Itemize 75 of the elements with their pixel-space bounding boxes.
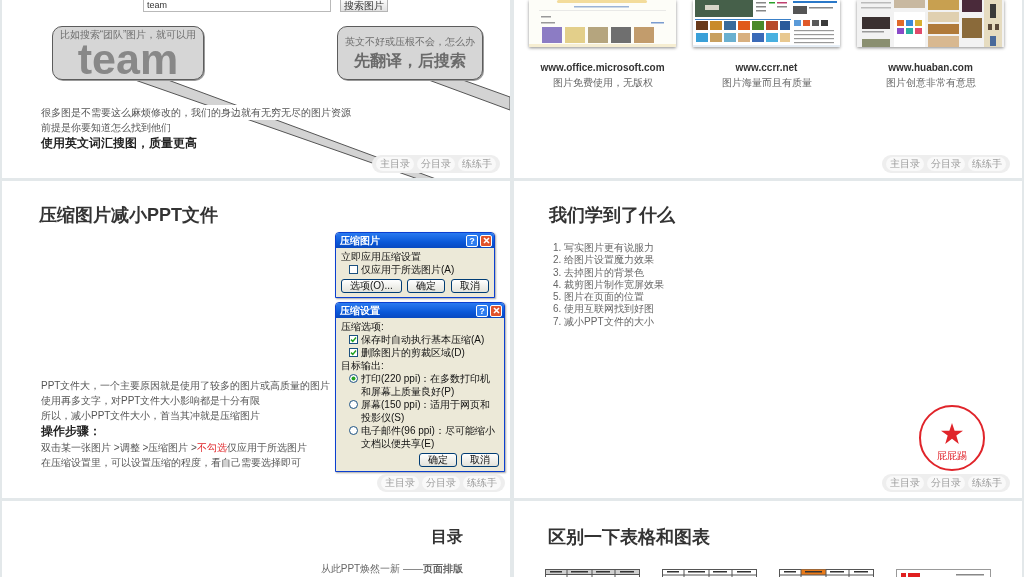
emphasis-text: 使用英文词汇搜图，质量更高 bbox=[41, 135, 197, 152]
list-item: 3. 去掉图片的背景色 bbox=[553, 266, 646, 279]
dialog-title: 压缩图片 bbox=[340, 234, 381, 247]
bubble-headline: 先翻译，后搜索 bbox=[354, 51, 466, 71]
body-text: 在压缩设置里，可以设置压缩的程度，看自己需要选择即可 bbox=[41, 456, 302, 470]
dialog-button[interactable]: 取消 bbox=[461, 453, 499, 467]
website-note: 图片创意非常有意思 bbox=[885, 76, 976, 90]
body-text: 使用再多文字，对PPT文件大小影响都是十分有限 bbox=[41, 394, 262, 408]
nav-button[interactable]: 分目录 bbox=[927, 157, 965, 171]
nav-button[interactable]: 主目录 bbox=[376, 157, 414, 171]
nav-button[interactable]: 分目录 bbox=[927, 476, 965, 490]
close-icon bbox=[492, 307, 500, 314]
nav-button[interactable]: 主目录 bbox=[886, 476, 924, 490]
search-field[interactable]: team bbox=[143, 0, 331, 12]
close-icon bbox=[482, 237, 490, 244]
dialog-button[interactable]: 取消 bbox=[451, 279, 489, 293]
section-heading: 操作步骤： bbox=[41, 424, 102, 439]
list-item: 4. 裁剪图片制作宽屏效果 bbox=[553, 278, 666, 291]
list-item: 6. 使用互联网找到好图 bbox=[553, 303, 656, 316]
bubble-caption: 比如搜索“团队”图片，就可以用 bbox=[59, 29, 197, 41]
nav-button[interactable]: 主目录 bbox=[886, 157, 924, 171]
nav-button[interactable]: 练练手 bbox=[463, 476, 501, 490]
dialog-button[interactable]: 选项(O)... bbox=[341, 279, 402, 293]
website-url: www.ccrr.net bbox=[735, 61, 798, 75]
website-note: 图片海量而且有质量 bbox=[721, 76, 812, 90]
search-button[interactable]: 搜索图片 bbox=[340, 0, 388, 12]
dialog-title: 压缩设置 bbox=[340, 304, 381, 317]
nav-button[interactable]: 练练手 bbox=[458, 157, 496, 171]
help-button[interactable]: ? bbox=[466, 234, 478, 247]
checkbox[interactable] bbox=[349, 348, 358, 357]
list-item: 7. 减小PPT文件的大小 bbox=[553, 315, 655, 329]
website-url: www.huaban.com bbox=[888, 61, 973, 75]
slide-title: 区别一下表格和图表 bbox=[547, 526, 711, 549]
checkbox[interactable] bbox=[349, 335, 358, 344]
body-text: 所以，减小PPT文件大小，首当其冲就是压缩图片 bbox=[41, 409, 262, 423]
checkbox-label: 保存时自动执行基本压缩(A) bbox=[361, 333, 485, 346]
group-label: 立即应用压缩设置 bbox=[341, 250, 422, 263]
nav-button[interactable]: 分目录 bbox=[422, 476, 460, 490]
dialog-button[interactable]: 确定 bbox=[407, 279, 446, 293]
list-item: 5. 图片在页面的位置 bbox=[553, 291, 646, 304]
group-label: 压缩选项: bbox=[341, 320, 385, 333]
radio-button[interactable] bbox=[349, 400, 358, 409]
checkbox[interactable] bbox=[349, 265, 358, 274]
website-url: www.office.microsoft.com bbox=[540, 61, 665, 75]
radio-label: 屏幕(150 ppi)：适用于网页和投影仪(S) bbox=[361, 398, 492, 424]
help-button[interactable]: ? bbox=[476, 304, 488, 317]
checkbox-label: 仅应用于所选图片(A) bbox=[361, 263, 455, 276]
radio-label: 打印(220 ppi)：在多数打印机和屏幕上质量良好(P) bbox=[361, 372, 492, 398]
nav-button[interactable]: 练练手 bbox=[968, 157, 1006, 171]
radio-button[interactable] bbox=[349, 374, 358, 383]
body-text: 很多图是不需要这么麻烦修改的，我们的身边就有无穷无尽的图片资源 bbox=[41, 105, 351, 120]
checkbox-label: 删除图片的剪裁区域(D) bbox=[361, 346, 465, 359]
star-icon bbox=[941, 423, 963, 444]
slide-title: 我们学到了什么 bbox=[549, 204, 676, 227]
nav-button[interactable]: 分目录 bbox=[417, 157, 455, 171]
stamp-text: 屁屁踢 bbox=[937, 450, 967, 461]
bubble-headline: team bbox=[77, 41, 179, 77]
list-item: 2. 给图片设置魔力效果 bbox=[553, 254, 656, 267]
list-item: 1. 写实图片更有说服力 bbox=[553, 242, 656, 254]
close-button[interactable] bbox=[490, 304, 502, 317]
dialog-button[interactable]: 确定 bbox=[419, 453, 457, 467]
body-text: 双击某一张图片 >调整 >压缩图片 >不勾选仅应用于所选图片 bbox=[41, 441, 308, 455]
radio-label: 电子邮件(96 ppi)：尽可能缩小文档以便共享(E) bbox=[361, 424, 496, 450]
nav-button[interactable]: 练练手 bbox=[968, 476, 1006, 490]
radio-button[interactable] bbox=[349, 426, 358, 435]
nav-button[interactable]: 主目录 bbox=[381, 476, 419, 490]
slide-title: 目录 bbox=[431, 527, 463, 547]
slide-subtitle: 从此PPT焕然一新 ——页面排版 bbox=[320, 562, 463, 576]
website-note: 图片免费使用，无版权 bbox=[552, 76, 653, 90]
slide-title: 压缩图片减小PPT文件 bbox=[39, 204, 219, 227]
body-text: PPT文件大，一个主要原因就是使用了较多的图片或高质量的图片 bbox=[41, 379, 331, 393]
bubble-caption: 英文不好或压根不会，怎么办 bbox=[345, 36, 475, 48]
group-label: 目标输出: bbox=[341, 359, 385, 372]
close-button[interactable] bbox=[480, 234, 492, 247]
body-text: 前提是你要知道怎么找到他们 bbox=[41, 120, 171, 135]
